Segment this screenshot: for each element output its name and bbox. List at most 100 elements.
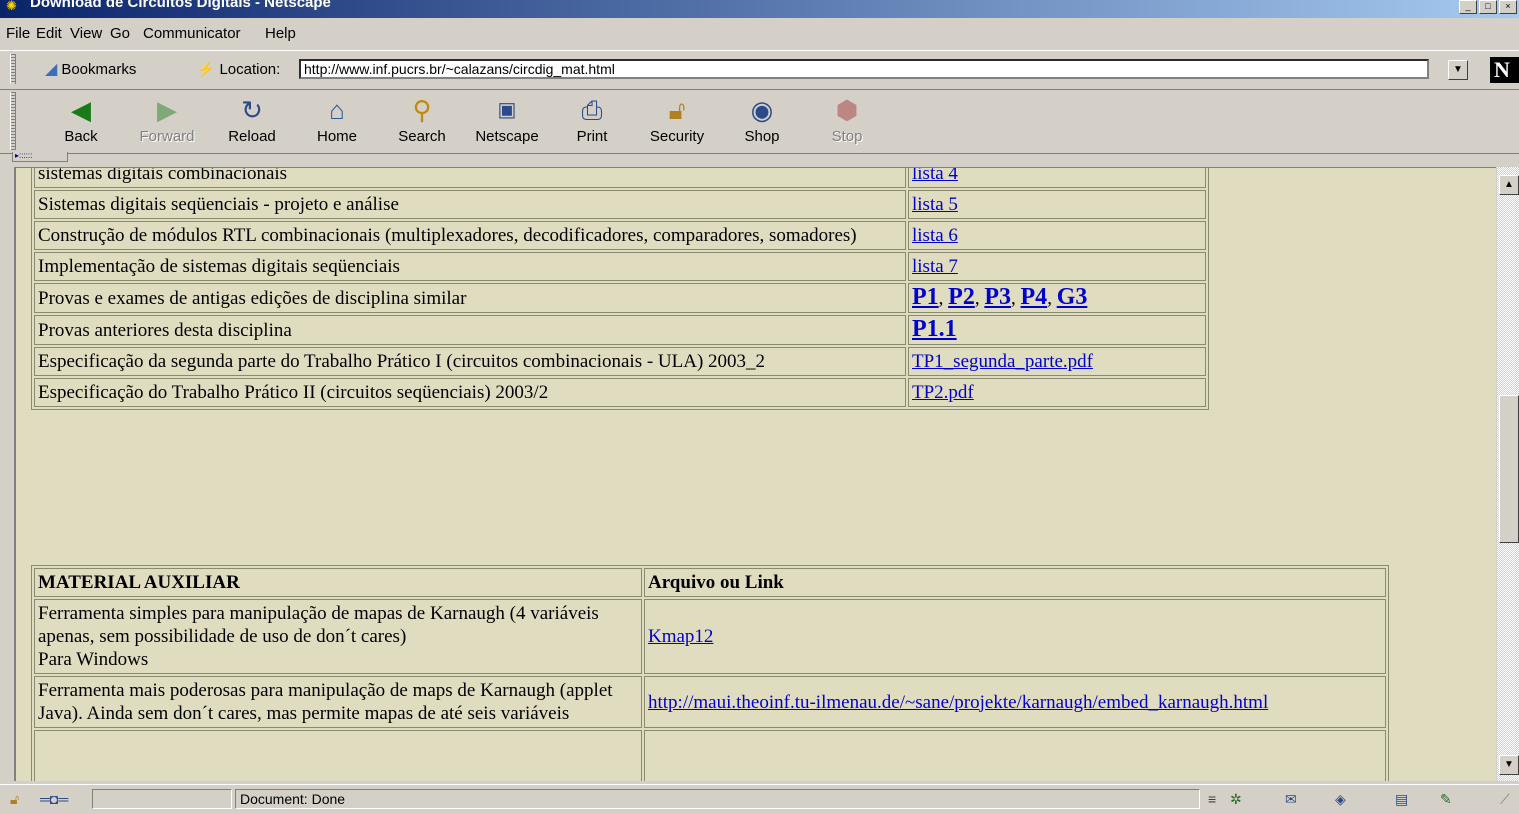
resize-grip-icon[interactable]: ⟋ xyxy=(1500,789,1510,809)
menu-file[interactable]: File xyxy=(6,25,30,42)
row-description xyxy=(34,730,642,781)
netscape-app-icon[interactable]: ✺ xyxy=(6,0,24,14)
old-exams-links: P1, P2, P3, P4, G3 xyxy=(908,283,1206,313)
close-button[interactable]: × xyxy=(1499,0,1517,14)
location-label: ⚡ Location: xyxy=(197,60,281,78)
table-row xyxy=(34,730,1386,781)
table-header-row: MATERIAL AUXILIAR Arquivo ou Link xyxy=(34,568,1386,597)
row-description: sistemas digitais combinacionais xyxy=(34,168,906,188)
minimize-button[interactable]: _ xyxy=(1459,0,1477,14)
menu-help[interactable]: Help xyxy=(265,25,296,42)
row-description: Ferramenta mais poderosas para manipulaç… xyxy=(34,676,642,728)
table-row: Especificação da segunda parte do Trabal… xyxy=(34,347,1206,376)
status-text: Document: Done xyxy=(235,789,1200,809)
mail-icon[interactable]: ✉ xyxy=(1285,789,1297,809)
table-row: Construção de módulos RTL combinacionais… xyxy=(34,221,1206,250)
p1-link[interactable]: P1 xyxy=(912,284,939,310)
table-row: Provas anteriores desta disciplina P1.1 xyxy=(34,315,1206,345)
status-bar: 🔓︎ ═◘═ Document: Done ≡ ✲ ✉ ◈ ▤ ✎ ⟋ xyxy=(0,784,1519,814)
row-description: Especificação da segunda parte do Trabal… xyxy=(34,347,906,376)
home-icon: ⌂ xyxy=(329,95,345,125)
connection-icon: ═◘═ xyxy=(40,791,69,807)
tp2-link[interactable]: TP2.pdf xyxy=(912,382,974,403)
my-netscape-icon: ▣ xyxy=(497,99,517,121)
scroll-thumb[interactable] xyxy=(1499,395,1519,543)
row-description: Especificação do Trabalho Prático II (ci… xyxy=(34,378,906,407)
address-book-icon[interactable]: ▤ xyxy=(1395,789,1408,809)
menu-communicator[interactable]: Communicator xyxy=(143,25,241,42)
forward-arrow-icon: ▶ xyxy=(157,95,177,125)
search-icon: ⚲ xyxy=(412,95,432,125)
menu-bar: File Edit View Go Communicator Help xyxy=(0,20,1519,48)
lista-4-link[interactable]: lista 4 xyxy=(912,168,958,184)
newsgroups-icon[interactable]: ◈ xyxy=(1335,789,1346,809)
url-dropdown-button[interactable]: ▼ xyxy=(1448,60,1468,80)
kmap12-link[interactable]: Kmap12 xyxy=(648,626,713,647)
search-button[interactable]: ⚲ Search xyxy=(385,92,459,150)
back-button[interactable]: ◀ Back xyxy=(44,92,118,150)
composer-icon[interactable]: ✎ xyxy=(1440,789,1452,809)
lista-7-link[interactable]: lista 7 xyxy=(912,256,958,277)
header-material-auxiliar: MATERIAL AUXILIAR xyxy=(34,568,642,597)
location-toolbar: ◢ Bookmarks ⚡ Location: ▼ N xyxy=(0,50,1519,90)
row-description: Implementação de sistemas digitais seqüe… xyxy=(34,252,906,281)
back-arrow-icon: ◀ xyxy=(71,95,91,125)
lista-5-link[interactable]: lista 5 xyxy=(912,194,958,215)
p1-1-link[interactable]: P1.1 xyxy=(912,316,957,342)
progress-panel xyxy=(92,789,232,809)
bookmarks-label: Bookmarks xyxy=(61,60,137,78)
navigator-icon[interactable]: ✲ xyxy=(1230,789,1242,809)
toolbar-collapse-tab[interactable]: ▸:::::: xyxy=(12,152,68,162)
row-description: Provas e exames de antigas edições de di… xyxy=(34,283,906,313)
page-proxy-icon[interactable]: ⚡ xyxy=(197,61,214,78)
print-button[interactable]: ⎙ Print xyxy=(555,92,629,150)
page-content: sistemas digitais combinacionais lista 4… xyxy=(14,167,1496,781)
vertical-scrollbar[interactable]: ▲ ▼ xyxy=(1496,167,1519,781)
shop-icon: ◉ xyxy=(750,95,774,125)
printer-icon: ⎙ xyxy=(581,95,603,125)
title-bar: ✺ Download de Circuitos Digitais - Netsc… xyxy=(0,0,1519,18)
p4-link[interactable]: P4 xyxy=(1021,284,1048,310)
table-row: Especificação do Trabalho Prático II (ci… xyxy=(34,378,1206,407)
menu-edit[interactable]: Edit xyxy=(36,25,62,42)
menu-go[interactable]: Go xyxy=(110,25,130,42)
forward-button[interactable]: ▶ Forward xyxy=(130,92,204,150)
reload-button[interactable]: ↻ Reload xyxy=(215,92,289,150)
row-description: Provas anteriores desta disciplina xyxy=(34,315,906,345)
menu-view[interactable]: View xyxy=(70,25,102,42)
table-row: Provas e exames de antigas edições de di… xyxy=(34,283,1206,313)
header-arquivo-ou-link: Arquivo ou Link xyxy=(644,568,1386,597)
task-bar-icon[interactable]: ≡ xyxy=(1208,789,1216,809)
stop-button[interactable]: ⬢ Stop xyxy=(810,92,884,150)
security-lock-icon[interactable]: 🔓︎ xyxy=(10,789,19,809)
netscape-logo[interactable]: N xyxy=(1490,57,1519,83)
p2-link[interactable]: P2 xyxy=(948,284,975,310)
auxiliary-material-table: MATERIAL AUXILIAR Arquivo ou Link Ferram… xyxy=(31,565,1389,781)
materials-table: sistemas digitais combinacionais lista 4… xyxy=(31,168,1209,410)
maximize-button[interactable]: □ xyxy=(1479,0,1497,14)
g3-link[interactable]: G3 xyxy=(1057,284,1088,310)
padlock-icon: 🔓︎ xyxy=(668,95,686,125)
security-button[interactable]: 🔓︎ Security xyxy=(640,92,714,150)
p3-link[interactable]: P3 xyxy=(984,284,1011,310)
table-row: sistemas digitais combinacionais lista 4 xyxy=(34,168,1206,188)
navigation-toolbar-grip[interactable] xyxy=(10,92,16,150)
tp1-segunda-parte-link[interactable]: TP1_segunda_parte.pdf xyxy=(912,351,1093,372)
scroll-down-button[interactable]: ▼ xyxy=(1499,755,1519,775)
home-button[interactable]: ⌂ Home xyxy=(300,92,374,150)
karnaugh-applet-link[interactable]: http://maui.theoinf.tu-ilmenau.de/~sane/… xyxy=(648,692,1268,713)
bookmarks-button[interactable]: ◢ Bookmarks xyxy=(45,58,136,80)
row-description: Ferramenta simples para manipulação de m… xyxy=(34,599,642,674)
scroll-up-button[interactable]: ▲ xyxy=(1499,175,1519,195)
netscape-button[interactable]: ▣ Netscape xyxy=(470,92,544,150)
window-title: Download de Circuitos Digitais - Netscap… xyxy=(30,0,331,11)
url-input[interactable] xyxy=(299,59,1429,79)
location-toolbar-grip[interactable] xyxy=(10,54,16,84)
row-description: Sistemas digitais seqüenciais - projeto … xyxy=(34,190,906,219)
shop-button[interactable]: ◉ Shop xyxy=(725,92,799,150)
row-description: Construção de módulos RTL combinacionais… xyxy=(34,221,906,250)
lista-6-link[interactable]: lista 6 xyxy=(912,225,958,246)
reload-icon: ↻ xyxy=(241,95,263,125)
navigation-toolbar: ◀ Back ▶ Forward ↻ Reload ⌂ Home ⚲ Searc… xyxy=(0,89,1519,154)
table-row: Implementação de sistemas digitais seqüe… xyxy=(34,252,1206,281)
